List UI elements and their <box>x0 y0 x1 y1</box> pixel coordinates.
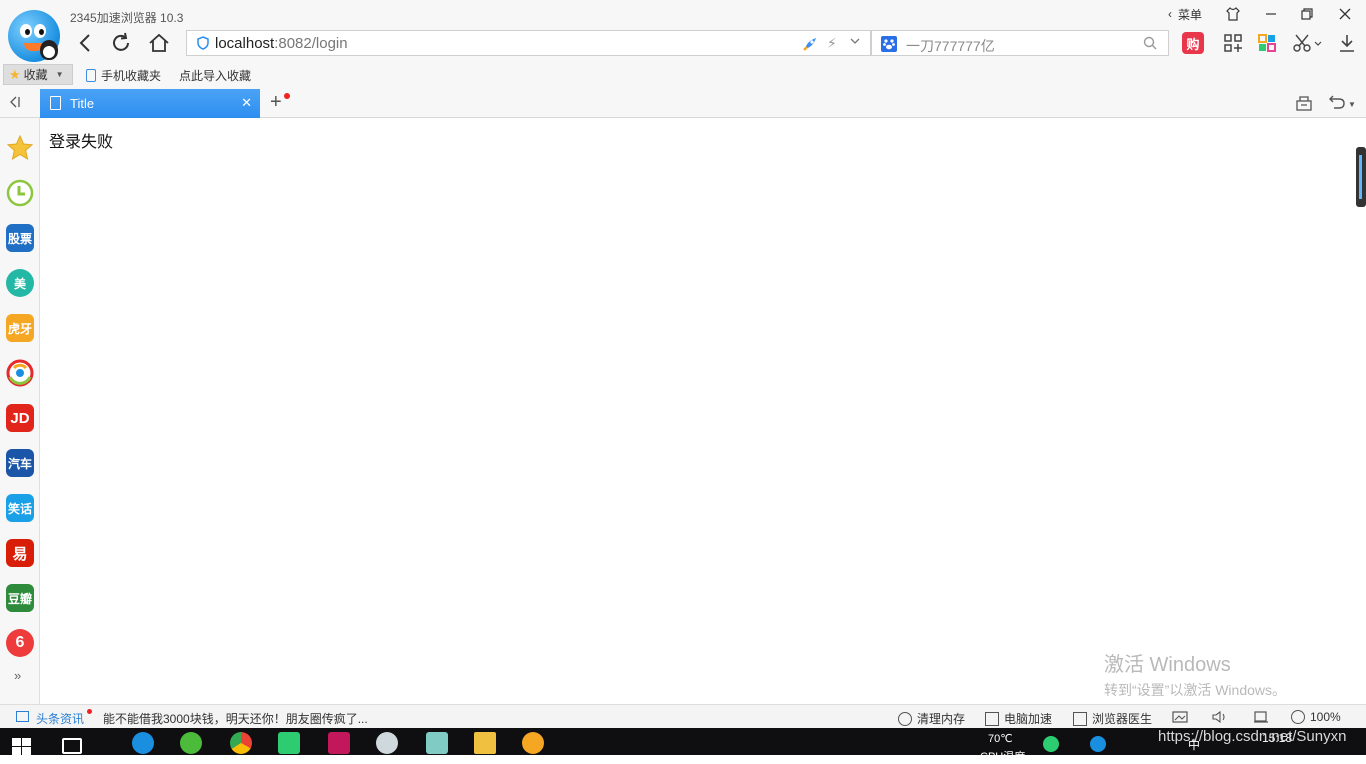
cpu-temperature-label: CPU温度 <box>980 751 1026 763</box>
scrollbar[interactable] <box>1356 147 1366 207</box>
sidebar-item-meituan[interactable]: 美 <box>6 269 34 297</box>
speedup-icon <box>985 711 999 726</box>
expand-more-icon[interactable]: » <box>14 668 21 683</box>
restore-button[interactable] <box>1296 4 1318 24</box>
ie-icon[interactable] <box>132 732 154 754</box>
zoom-control[interactable]: 100% <box>1291 710 1341 724</box>
status-bar: 头条资讯 能不能借我3000块钱，明天还你！朋友圈传疯了... 清理内存 电脑加… <box>0 704 1366 728</box>
menu-button[interactable]: ‹ 菜单 <box>1160 4 1210 24</box>
gauge-icon <box>898 711 912 726</box>
sidebar-item-douban[interactable]: 豆瓣 <box>6 584 34 612</box>
shield-icon <box>196 36 210 50</box>
sidebar-item-joke[interactable]: 笑话 <box>6 494 34 522</box>
login-failed-message: 登录失败 <box>49 134 114 151</box>
window-icon[interactable] <box>1253 711 1269 723</box>
colorful-apps-icon[interactable] <box>1256 32 1278 54</box>
sidebar-item-jd[interactable]: JD <box>6 404 34 432</box>
image-toggle-icon[interactable] <box>1172 711 1188 723</box>
tab-label: Title <box>70 96 95 111</box>
zoom-icon <box>1291 710 1305 724</box>
address-bar[interactable]: localhost:8082/login ⚡ <box>186 30 871 56</box>
sidebar-item-huya[interactable]: 虎牙 <box>6 314 34 342</box>
bolt-icon[interactable]: ⚡ <box>827 35 837 52</box>
notification-dot <box>87 709 92 714</box>
refresh-button[interactable] <box>108 30 134 56</box>
url-text[interactable]: localhost:8082/login <box>215 35 348 52</box>
favorites-label: 收藏 <box>23 68 48 82</box>
360-browser-icon[interactable] <box>180 732 202 754</box>
news-icon[interactable] <box>16 711 29 722</box>
window-title: 2345加速浏览器 10.3 <box>70 11 184 25</box>
sidebar-item-video[interactable]: 6 <box>6 629 34 657</box>
page-content: 登录失败 <box>41 118 1355 704</box>
favorites-button[interactable]: ★ 收藏 ▼ <box>3 64 73 85</box>
tab-title[interactable]: Title ✕ <box>40 89 260 118</box>
star-icon: ★ <box>9 66 21 82</box>
apps-icon[interactable] <box>1222 32 1244 54</box>
home-button[interactable] <box>146 30 172 56</box>
closed-tabs-icon[interactable] <box>1295 94 1313 112</box>
document-icon <box>50 96 61 110</box>
new-tab-button[interactable]: + <box>270 92 282 112</box>
rocket-icon[interactable] <box>801 35 819 53</box>
sidebar-collapse-icon[interactable] <box>8 95 22 112</box>
sidebar-item-netease[interactable]: 易 <box>6 539 34 567</box>
chrome-icon[interactable] <box>230 732 252 754</box>
bookmarks-bar: ★ 收藏 ▼ 手机收藏夹 点此导入收藏 <box>0 63 1366 87</box>
scissors-icon[interactable] <box>1290 32 1324 54</box>
tray-app-icon[interactable] <box>1043 736 1059 752</box>
phone-icon <box>86 69 96 82</box>
tab-close-icon[interactable]: ✕ <box>241 95 252 111</box>
sidebar-item-history[interactable] <box>6 179 34 207</box>
bookmark-import[interactable]: 点此导入收藏 <box>179 67 251 84</box>
blog-url-watermark: https://blog.csdn.net/Sunyxn <box>1158 728 1347 745</box>
chevron-down-icon[interactable] <box>849 35 861 50</box>
menu-label: 菜单 <box>1177 7 1202 22</box>
windows-start-icon[interactable] <box>12 738 32 755</box>
folder-icon[interactable] <box>474 732 496 754</box>
notes-app-icon[interactable] <box>426 732 448 754</box>
sidebar-item-car[interactable]: 汽车 <box>6 449 34 477</box>
windows-taskbar: 70℃ CPU温度 中 15:18 https://blog.csdn.net/… <box>0 728 1366 763</box>
search-bar[interactable]: 一刀777777亿 <box>871 30 1169 56</box>
intellij-icon[interactable] <box>328 732 350 754</box>
notification-dot <box>284 93 290 99</box>
bookmark-mobile-favorites[interactable]: 手机收藏夹 <box>86 67 161 84</box>
tray-ie-icon[interactable] <box>1090 736 1106 752</box>
search-input[interactable]: 一刀777777亿 <box>906 36 995 56</box>
browser-logo <box>8 10 60 62</box>
task-view-icon[interactable] <box>62 738 82 754</box>
minimize-button[interactable] <box>1260 4 1282 24</box>
clean-memory-button[interactable]: 清理内存 <box>898 710 965 727</box>
chevron-left-icon: ‹ <box>1167 7 1172 21</box>
download-icon[interactable] <box>1336 32 1358 54</box>
news-label[interactable]: 头条资讯 <box>36 710 84 727</box>
baidu-paw-icon[interactable] <box>881 36 897 52</box>
back-button[interactable] <box>72 30 98 56</box>
volume-icon[interactable] <box>1212 710 1228 724</box>
sidebar: 股票 美 虎牙 JD 汽车 笑话 易 豆瓣 6 » <box>0 118 40 704</box>
pc-speedup-button[interactable]: 电脑加速 <box>985 710 1052 727</box>
activate-windows-watermark: 激活 Windows 转到“设置”以激活 Windows。 <box>1104 654 1287 698</box>
close-button[interactable] <box>1334 4 1356 24</box>
browser-doctor-button[interactable]: 浏览器医生 <box>1073 710 1152 727</box>
shop-icon[interactable]: 购 <box>1182 32 1204 54</box>
undo-icon[interactable]: ▼ <box>1328 93 1356 114</box>
tab-bar: Title ✕ + ▼ <box>0 89 1366 118</box>
news-headline[interactable]: 能不能借我3000块钱，明天还你！朋友圈传疯了... <box>103 710 368 727</box>
cpu-temperature: 70℃ <box>988 733 1013 745</box>
sidebar-item-sina[interactable] <box>6 359 34 387</box>
browser-chrome: 2345加速浏览器 10.3 ‹ 菜单 localhost:8082/login… <box>0 0 1366 118</box>
sidebar-item-favorites[interactable] <box>6 134 34 162</box>
skin-icon[interactable] <box>1222 4 1244 24</box>
avatar-app-icon[interactable] <box>376 732 398 754</box>
medkit-icon <box>1073 711 1087 726</box>
chevron-down-icon: ▼ <box>55 70 64 79</box>
sidebar-item-stock[interactable]: 股票 <box>6 224 34 252</box>
media-player-icon[interactable] <box>278 732 300 754</box>
search-icon[interactable] <box>1142 35 1158 51</box>
browser-2345-taskbar-icon[interactable] <box>522 732 544 754</box>
